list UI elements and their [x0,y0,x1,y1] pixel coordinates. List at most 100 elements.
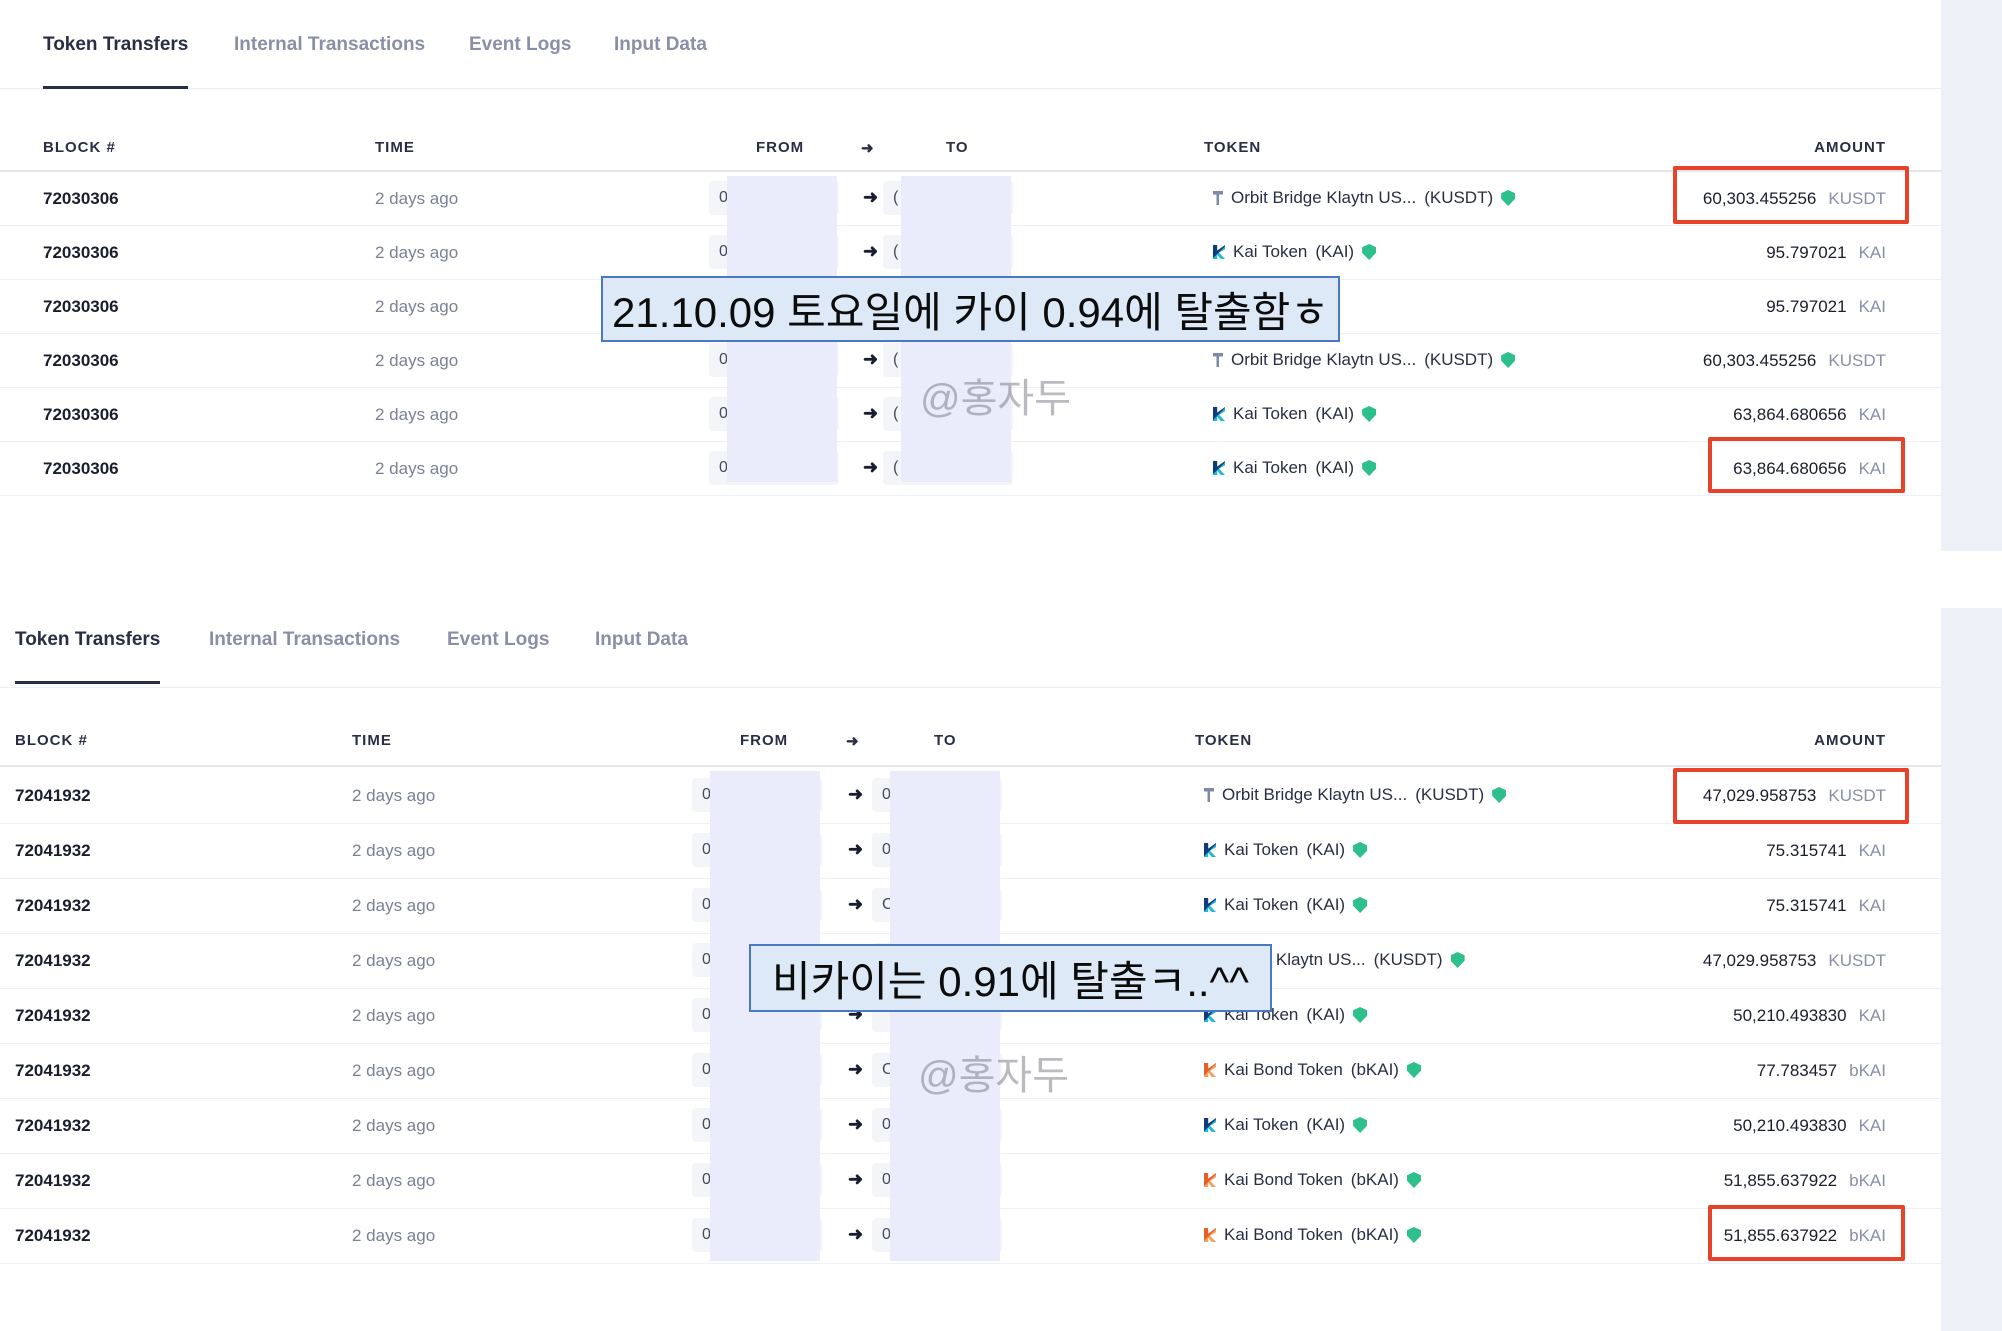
amount-unit: bKAI [1849,1171,1886,1190]
token-name: Kai Token [1233,458,1308,477]
block-number-link[interactable]: 72041932 [15,1226,91,1246]
token-link[interactable]: Orbit Bridge Klaytn US... (KUSDT) [1204,785,1507,805]
amount: 51,855.637922 bKAI [1724,1171,1886,1191]
highlight-box [1673,768,1909,824]
block-number-link[interactable]: 72041932 [15,896,91,916]
amount-value: 47,029.958753 [1702,951,1817,970]
tab-input-data[interactable]: Input Data [614,34,707,56]
block-number-link[interactable]: 72041932 [15,786,91,806]
table-header: BLOCK # TIME FROM ➜ TO TOKEN AMOUNT [0,710,1941,767]
block-number-link[interactable]: 72030306 [43,459,119,479]
token-link[interactable]: Kai Token (KAI) [1213,458,1377,478]
tab-bar: Token Transfers Internal Transactions Ev… [0,0,1941,89]
orbit-icon [1213,353,1223,367]
header-from: FROM [740,732,789,749]
token-name: Kai Token [1233,242,1308,261]
header-to: TO [946,139,969,156]
amount: 75.315741 KAI [1766,896,1886,916]
token-name: Orbit Bridge Klaytn US... [1231,188,1417,207]
orbit-icon [1213,191,1223,205]
tab-token-transfers[interactable]: Token Transfers [15,629,161,684]
tab-input-data[interactable]: Input Data [595,629,688,651]
token-symbol: (KUSDT) [1373,950,1443,969]
address-mask [890,771,1000,1261]
token-name: Kai Bond Token [1224,1170,1343,1189]
time-ago: 2 days ago [352,1226,436,1245]
time-ago: 2 days ago [375,189,459,208]
amount-value: 95.797021 [1766,243,1847,262]
kai-icon [1213,245,1225,259]
amount: 63,864.680656 KAI [1733,405,1886,425]
amount-value: 63,864.680656 [1733,405,1847,424]
to-address-lead: ( [893,459,899,476]
token-symbol: (KUSDT) [1415,785,1485,804]
block-number-link[interactable]: 72041932 [15,1061,91,1081]
block-number-link[interactable]: 72041932 [15,841,91,861]
token-link[interactable]: Orbit Bridge Klaytn US... (KUSDT) [1213,350,1516,370]
token-name: Kai Token [1224,895,1299,914]
verified-shield-icon [1450,952,1465,968]
verified-shield-icon [1406,1227,1421,1243]
token-link[interactable]: Kai Token (KAI) [1204,840,1368,860]
verified-shield-icon [1501,352,1516,368]
block-number-link[interactable]: 72030306 [43,297,119,317]
block-number-link[interactable]: 72030306 [43,243,119,263]
tab-event-logs[interactable]: Event Logs [447,629,549,651]
token-link[interactable]: Kai Token (KAI) [1204,895,1368,915]
amount-value: 75.315741 [1766,896,1847,915]
amount-value: 51,855.637922 [1723,1171,1838,1190]
token-symbol: (KAI) [1315,458,1355,477]
token-link[interactable]: Orbit Bridge Klaytn US... (KUSDT) [1213,188,1516,208]
amount-unit: bKAI [1849,1061,1886,1080]
arrow-right-icon: ➜ [848,894,864,914]
to-address-lead: ( [893,405,899,422]
kai-icon [1204,843,1216,857]
time-ago: 2 days ago [352,786,436,805]
block-number-link[interactable]: 72030306 [43,189,119,209]
kai-icon [1213,407,1225,421]
time-ago: 2 days ago [375,405,459,424]
verified-shield-icon [1362,406,1377,422]
block-number-link[interactable]: 72041932 [15,1006,91,1026]
amount: 95.797021 KAI [1766,243,1886,263]
block-number-link[interactable]: 72030306 [43,351,119,371]
tab-internal-transactions[interactable]: Internal Transactions [234,34,425,56]
amount: 75.315741 KAI [1766,841,1886,861]
tab-token-transfers[interactable]: Token Transfers [43,34,189,89]
block-number-link[interactable]: 72030306 [43,405,119,425]
header-block: BLOCK # [15,732,88,749]
tab-event-logs[interactable]: Event Logs [469,34,571,56]
token-link[interactable]: Kai Bond Token (bKAI) [1204,1170,1421,1190]
amount: 95.797021 KAI [1766,297,1886,317]
highlight-box [1708,437,1905,493]
kai-icon [1213,461,1225,475]
tab-internal-transactions[interactable]: Internal Transactions [209,629,400,651]
annotation-callout-top: 21.10.09 토요일에 카이 0.94에 탈출함ㅎ [601,276,1340,342]
token-link[interactable]: Kai Token (KAI) [1204,1115,1368,1135]
token-link[interactable]: Kai Bond Token (bKAI) [1204,1060,1421,1080]
time-ago: 2 days ago [352,1171,436,1190]
header-block: BLOCK # [43,139,116,156]
block-number-link[interactable]: 72041932 [15,1171,91,1191]
verified-shield-icon [1362,460,1377,476]
amount-unit: KAI [1858,243,1886,262]
header-from: FROM [756,139,805,156]
highlight-box [1673,166,1909,224]
block-number-link[interactable]: 72041932 [15,1116,91,1136]
token-link[interactable]: Kai Token (KAI) [1213,242,1377,262]
arrow-right-icon: ➜ [848,1224,864,1244]
amount-value: 95.797021 [1766,297,1847,316]
token-link[interactable]: Kai Bond Token (bKAI) [1204,1225,1421,1245]
time-ago: 2 days ago [375,351,459,370]
verified-shield-icon [1406,1172,1421,1188]
token-link[interactable]: Kai Token (KAI) [1213,404,1377,424]
amount-unit: KUSDT [1828,951,1886,970]
verified-shield-icon [1353,842,1368,858]
header-to: TO [934,732,957,749]
header-arrow-icon: ➜ [861,140,875,157]
token-symbol: (KAI) [1306,840,1346,859]
block-number-link[interactable]: 72041932 [15,951,91,971]
side-strip-bottom [1941,608,2002,1331]
amount-value: 77.783457 [1756,1061,1838,1080]
arrow-right-icon: ➜ [848,1114,864,1134]
